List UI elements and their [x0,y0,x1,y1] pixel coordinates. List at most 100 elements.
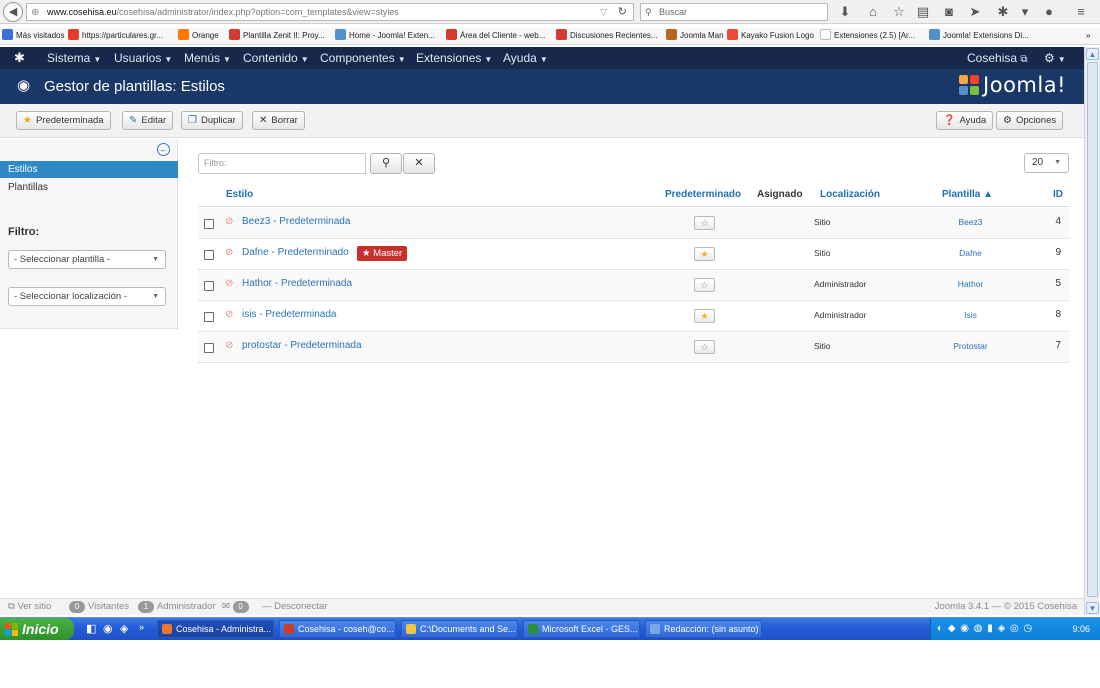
row-checkbox[interactable] [204,281,214,291]
search-button[interactable]: ⚲ [370,153,402,174]
column-id[interactable]: ID [1053,189,1063,200]
bookmark-item[interactable]: Más visitados [2,28,64,44]
bookmarks-overflow-icon[interactable]: » [1086,28,1090,44]
taskbar-item-label: Redacción: (sin asunto) [664,624,759,634]
default-star-button[interactable]: ★ [694,247,715,261]
site-link[interactable]: Cosehisa ⧉ [967,47,1028,71]
location-select[interactable]: - Seleccionar localización - ▼ [8,287,166,306]
menu-usuarios[interactable]: Usuarios ▼ [114,47,172,71]
quicklaunch-overflow-icon[interactable]: » [139,622,144,632]
set-default-star-button[interactable]: ☆ [694,340,715,354]
caret-down-icon: ▼ [1057,55,1066,64]
extension-icon[interactable]: ✱ [994,3,1012,21]
extension-menu-icon[interactable]: ▾ [1016,3,1034,21]
bookmark-item[interactable]: Extensiones (2.5) [Ar... [820,28,915,44]
chat-icon[interactable]: ● [1040,3,1058,21]
default-star-button[interactable]: ★ [694,309,715,323]
clear-button[interactable]: ✕ [403,153,435,174]
hamburger-menu-icon[interactable]: ≡ [1072,3,1090,21]
scrollbar[interactable]: ▲ ▼ [1084,47,1100,615]
browser-search-input[interactable]: ⚲ Buscar [640,3,828,21]
view-site-link[interactable]: ⧉ Ver sitio [8,599,51,615]
taskbar-item[interactable]: Cosehisa - coseh@co... [279,620,396,638]
duplicate-button[interactable]: ❐ Duplicar [181,111,243,130]
bookmark-item[interactable]: https://particulares.gr... [68,28,163,44]
template-link[interactable]: Beez3 [928,217,1013,227]
template-link[interactable]: Dafne [928,248,1013,258]
pocket-icon[interactable]: ◙ [940,3,958,21]
quicklaunch-browser-icon[interactable]: ◉ [103,622,113,635]
style-name-link[interactable]: protostar - Predeterminada [242,340,362,351]
set-default-star-button[interactable]: ☆ [694,278,715,292]
bookmark-item[interactable]: Joomla! Extensions Di... [929,28,1029,44]
bookmark-item[interactable]: Plantilla Zenit II: Proy... [229,28,325,44]
template-link[interactable]: Protostar [928,341,1013,351]
taskbar-item[interactable]: Redacción: (sin asunto) [645,620,762,638]
taskbar-item[interactable]: C:\Documents and Se... [401,620,518,638]
user-menu[interactable]: ⚙ ▼ [1044,47,1066,71]
start-button[interactable]: Inicio [0,618,74,640]
bookmark-star-icon[interactable]: ☆ [890,3,908,21]
menu-menus[interactable]: Menús ▼ [184,47,231,71]
joomla-logo-icon [959,75,980,95]
history-dropdown-icon[interactable]: ▽ [600,4,607,20]
column-template[interactable]: Plantilla ▲ [942,189,993,200]
table-row: ⊘ protostar - Predeterminada ☆ Sitio Protost… [198,332,1069,363]
menu-extensiones[interactable]: Extensiones ▼ [416,47,492,71]
tray-icons[interactable]: ◐ ◆ ◉ ◍ ▮ ◈ ◎ ◷ [937,623,1033,634]
taskbar-item[interactable]: Cosehisa - Administra... [157,620,274,638]
taskbar-item[interactable]: Microsoft Excel - GES... [523,620,640,638]
menu-componentes[interactable]: Componentes ▼ [320,47,406,71]
scroll-down-icon[interactable]: ▼ [1086,602,1099,614]
send-icon[interactable]: ➤ [966,3,984,21]
address-bar[interactable]: ⊕ www.cosehisa.eu/cosehisa/administrator… [26,3,634,21]
column-default[interactable]: Predeterminado [665,189,741,200]
logout-link[interactable]: — Desconectar [262,599,327,615]
filter-search-input[interactable]: Filtro: [198,153,366,174]
bookmark-item[interactable]: Joomla Man [666,28,724,44]
style-name-link[interactable]: Beez3 - Predeterminada [242,216,350,227]
column-location[interactable]: Localización [820,189,880,200]
bookmark-item[interactable]: Discusiones Recientes... [556,28,658,44]
reading-list-icon[interactable]: ▤ [914,3,932,21]
back-icon[interactable]: ◀ [3,2,23,22]
bookmark-item[interactable]: Orange [178,28,219,44]
set-default-star-button[interactable]: ☆ [694,216,715,230]
bookmark-item[interactable]: Kayako Fusion Logo [727,28,814,44]
delete-button[interactable]: ✕ Borrar [252,111,305,130]
quicklaunch-explorer-icon[interactable]: ◈ [120,622,128,635]
default-button[interactable]: ★ Predeterminada [16,111,111,130]
help-button[interactable]: ❓ Ayuda [936,111,994,130]
template-link[interactable]: Isis [928,310,1013,320]
row-checkbox[interactable] [204,312,214,322]
quicklaunch-desktop-icon[interactable]: ◧ [86,622,96,635]
messages-status[interactable]: ✉ 0 [222,599,252,615]
column-style[interactable]: Estilo [226,189,253,200]
edit-button[interactable]: ✎ Editar [122,111,174,130]
download-icon[interactable]: ⬇ [836,3,854,21]
style-name-link[interactable]: Hathor - Predeterminada [242,278,352,289]
menu-contenido[interactable]: Contenido ▼ [243,47,309,71]
style-name-link[interactable]: isis - Predeterminada [242,309,336,320]
bookmark-favicon-icon [178,29,189,40]
options-button[interactable]: ⚙ Opciones [996,111,1064,130]
scroll-up-icon[interactable]: ▲ [1086,48,1099,60]
reload-icon[interactable]: ↻ [618,4,627,20]
template-select[interactable]: - Seleccionar plantilla - ▼ [8,250,166,269]
row-checkbox[interactable] [204,250,214,260]
menu-sistema[interactable]: Sistema ▼ [47,47,101,71]
bookmark-item[interactable]: Home - Joomla! Exten... [335,28,435,44]
home-icon[interactable]: ⌂ [864,3,882,21]
style-name-link[interactable]: Dafne - Predeterminado [242,247,349,258]
row-checkbox[interactable] [204,219,214,229]
joomla-icon[interactable]: ✱ [14,47,25,69]
scroll-thumb[interactable] [1087,62,1098,597]
bookmark-item[interactable]: Área del Cliente - web... [446,28,545,44]
list-limit-select[interactable]: 20 ▼ [1024,153,1069,173]
template-link[interactable]: Hathor [928,279,1013,289]
sidebar-item-plantillas[interactable]: Plantillas [0,179,178,196]
menu-ayuda[interactable]: Ayuda ▼ [503,47,548,71]
row-checkbox[interactable] [204,343,214,353]
collapse-sidebar-icon[interactable]: ← [157,143,170,156]
sidebar-item-estilos[interactable]: Estilos [0,161,178,178]
